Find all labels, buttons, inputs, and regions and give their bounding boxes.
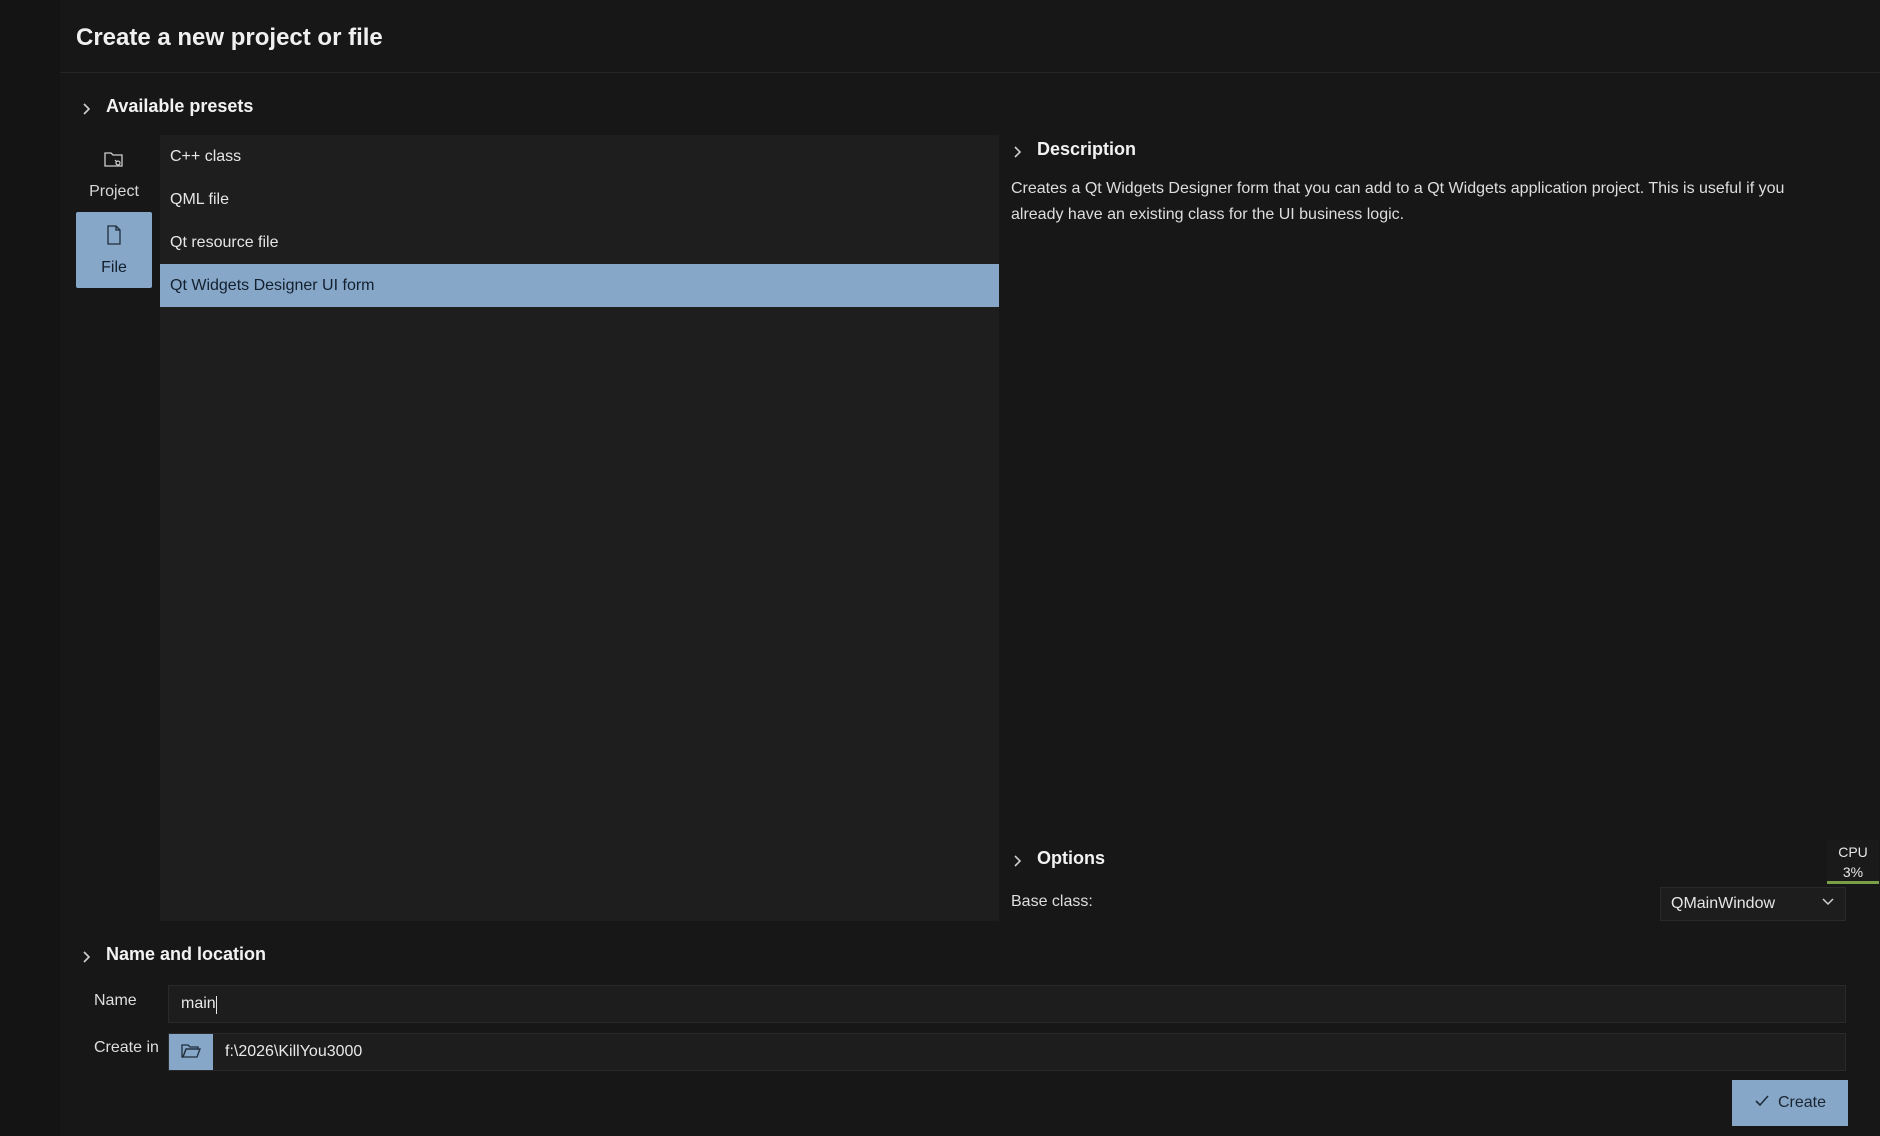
name-location-header-label: Name and location	[106, 944, 267, 964]
create-button-label: Create	[1777, 1094, 1827, 1111]
name-location-section-header[interactable]: Name and location	[80, 944, 266, 965]
base-class-value: QMainWindow	[1671, 895, 1776, 912]
list-item[interactable]: QML file	[160, 178, 999, 221]
name-label: Name	[94, 992, 137, 1009]
cpu-indicator: CPU 3%	[1827, 840, 1879, 884]
list-item[interactable]: Qt resource file	[160, 221, 999, 264]
chevron-right-icon	[80, 100, 94, 115]
category-file-label: File	[101, 258, 127, 276]
chevron-down-icon	[1821, 895, 1835, 914]
file-icon	[103, 224, 125, 251]
new-project-dialog: Create a new project or file Available p…	[60, 0, 1880, 1136]
chevron-right-icon	[1011, 852, 1025, 867]
left-strip	[0, 0, 60, 1136]
chevron-right-icon	[1011, 143, 1025, 158]
list-item[interactable]: C++ class	[160, 135, 999, 178]
presets-header-label: Available presets	[106, 96, 254, 116]
options-section-header[interactable]: Options	[1011, 848, 1105, 869]
options-header-label: Options	[1037, 848, 1105, 868]
chevron-right-icon	[80, 948, 94, 963]
folder-open-icon	[180, 1039, 202, 1066]
text-cursor	[216, 996, 217, 1014]
cpu-label: CPU	[1838, 844, 1868, 860]
base-class-dropdown[interactable]: QMainWindow	[1660, 887, 1846, 921]
list-item[interactable]: Qt Widgets Designer UI form	[160, 264, 999, 307]
description-section-header[interactable]: Description	[1011, 139, 1136, 160]
dialog-title: Create a new project or file	[76, 24, 383, 51]
browse-folder-button[interactable]	[169, 1034, 213, 1070]
name-input[interactable]	[168, 985, 1846, 1023]
category-project-label: Project	[89, 182, 139, 200]
create-in-label: Create in	[94, 1039, 159, 1056]
preset-list: C++ class QML file Qt resource file Qt W…	[160, 135, 999, 921]
category-file[interactable]: File	[76, 212, 152, 288]
category-project[interactable]: Project	[76, 136, 152, 212]
create-in-field[interactable]: f:\2026\KillYou3000	[168, 1033, 1846, 1071]
folder-project-icon	[103, 148, 125, 175]
cpu-value: 3%	[1842, 864, 1864, 880]
check-icon	[1754, 1093, 1770, 1114]
create-button[interactable]: Create	[1732, 1080, 1848, 1126]
presets-section-header[interactable]: Available presets	[80, 96, 253, 117]
description-text: Creates a Qt Widgets Designer form that …	[1011, 180, 1785, 223]
base-class-label: Base class:	[1011, 893, 1093, 910]
category-list: Project File	[76, 136, 152, 288]
title-divider	[60, 72, 1880, 73]
create-in-path: f:\2026\KillYou3000	[225, 1043, 363, 1060]
description-header-label: Description	[1037, 139, 1137, 159]
